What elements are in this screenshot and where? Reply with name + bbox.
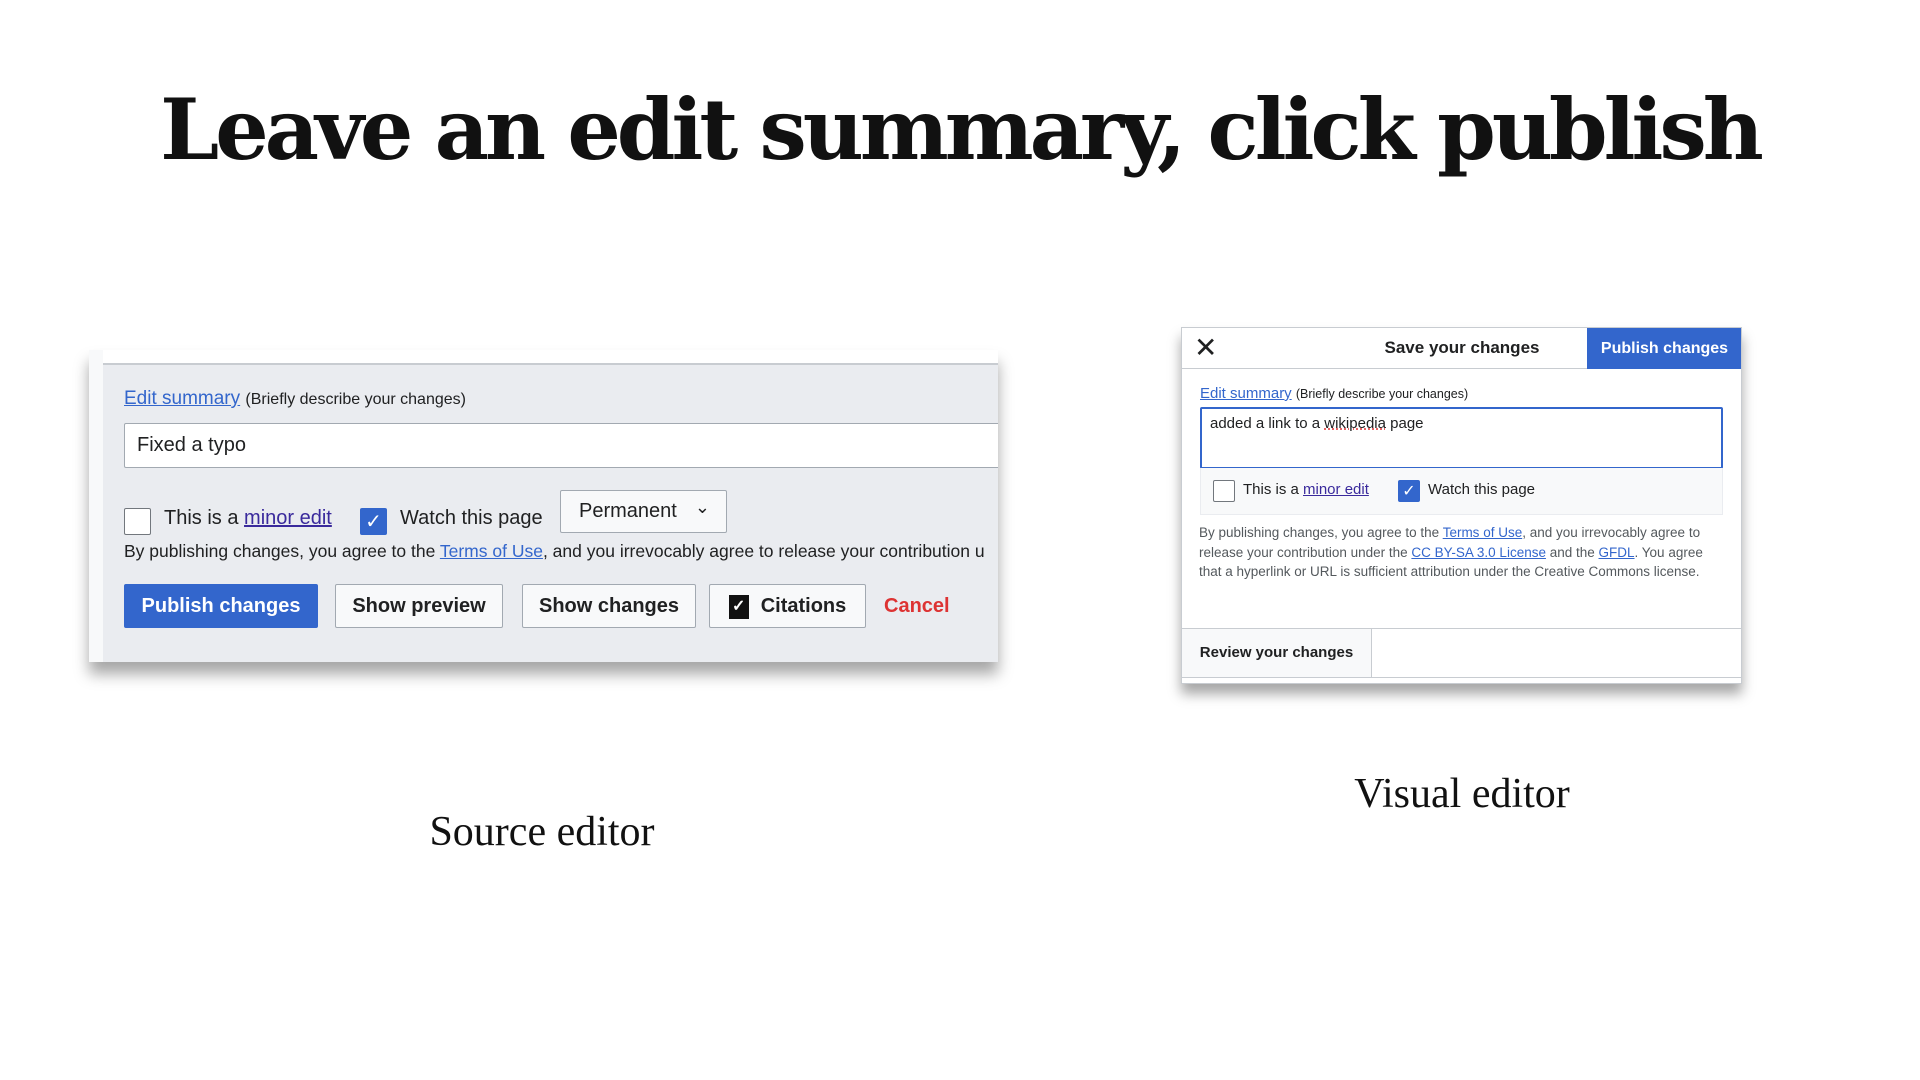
dialog-footer: Review your changes: [1182, 628, 1741, 678]
terms-link[interactable]: Terms of Use: [1443, 525, 1523, 540]
slide-title: Leave an edit summary, click publish: [160, 80, 1764, 179]
publish-button[interactable]: Publish changes: [1587, 328, 1741, 369]
license-link[interactable]: CC BY-SA 3.0 License: [1411, 545, 1546, 560]
minor-edit-checkbox[interactable]: [1213, 480, 1235, 502]
watch-label: Watch this page: [1428, 481, 1535, 498]
terms-text: By publishing changes, you agree to the …: [124, 541, 985, 562]
terms-text: By publishing changes, you agree to the …: [1199, 523, 1719, 582]
source-editor-panel: Edit summary (Briefly describe your chan…: [89, 350, 998, 662]
minor-prefix: This is a: [164, 507, 245, 529]
show-preview-button[interactable]: Show preview: [335, 584, 503, 628]
edit-summary-link[interactable]: Edit summary: [1200, 385, 1292, 402]
watch-label: Watch this page: [400, 507, 543, 529]
edit-summary-label: Edit summary (Briefly describe your chan…: [124, 388, 466, 410]
watch-period-dropdown[interactable]: Permanent ⌄: [560, 490, 727, 533]
edit-summary-link[interactable]: Edit summary: [124, 388, 240, 409]
summary-textarea[interactable]: added a link to a wikipedia page: [1200, 407, 1723, 469]
edit-summary-hint: (Briefly describe your changes): [1295, 387, 1469, 401]
edit-summary-hint: (Briefly describe your changes): [245, 391, 466, 408]
show-changes-button[interactable]: Show changes: [522, 584, 696, 628]
summary-input[interactable]: Fixed a typo: [124, 423, 998, 468]
dialog-header: ✕ Save your changes Publish changes: [1182, 328, 1741, 369]
watch-checkbox[interactable]: ✓: [1398, 480, 1420, 502]
visual-editor-caption: Visual editor: [1354, 771, 1570, 817]
publish-button[interactable]: Publish changes: [124, 584, 318, 628]
gfdl-link[interactable]: GFDL: [1599, 545, 1635, 560]
terms-link[interactable]: Terms of Use: [440, 541, 543, 561]
minor-edit-label: This is a minor edit: [1243, 481, 1369, 498]
check-icon: ✓: [365, 511, 382, 533]
source-editor-caption: Source editor: [429, 809, 655, 855]
visual-editor-dialog: ✕ Save your changes Publish changes Edit…: [1181, 327, 1742, 684]
citations-label: Citations: [760, 595, 847, 617]
top-strip: [103, 350, 998, 365]
close-icon[interactable]: ✕: [1194, 332, 1217, 364]
minor-edit-link[interactable]: minor edit: [244, 507, 332, 529]
check-icon: ✓: [1402, 483, 1416, 500]
minor-prefix: This is a: [1243, 481, 1304, 498]
edit-summary-label: Edit summary (Briefly describe your chan…: [1200, 385, 1468, 402]
misspelled-word: wikipedia: [1324, 415, 1386, 432]
watch-period-value: Permanent: [579, 500, 677, 522]
minor-edit-link[interactable]: minor edit: [1303, 481, 1369, 498]
dialog-title: Save your changes: [1384, 338, 1540, 357]
summary-text-end: page: [1385, 415, 1424, 432]
checkbox-icon: ✓: [728, 594, 749, 619]
cancel-link[interactable]: Cancel: [884, 584, 950, 628]
citations-button[interactable]: ✓ Citations: [709, 584, 866, 628]
options-box: This is a minor edit ✓ Watch this page: [1200, 468, 1723, 515]
terms-part: By publishing changes, you agree to the: [1199, 525, 1443, 540]
summary-text: added a link to a: [1210, 415, 1325, 432]
terms-prefix: By publishing changes, you agree to the: [124, 541, 440, 561]
review-changes-button[interactable]: Review your changes: [1182, 629, 1372, 677]
chevron-down-icon: ⌄: [694, 497, 710, 517]
minor-edit-label: This is a minor edit: [164, 503, 332, 533]
terms-part: and the: [1545, 544, 1599, 560]
minor-edit-checkbox[interactable]: [124, 508, 151, 535]
watch-checkbox[interactable]: ✓: [360, 508, 387, 535]
terms-suffix: , and you irrevocably agree to release y…: [542, 541, 985, 561]
